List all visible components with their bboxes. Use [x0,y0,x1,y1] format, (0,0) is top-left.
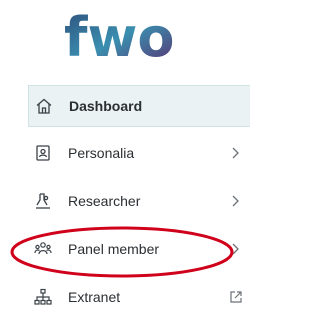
sidebar-nav: Dashboard Personalia Researcher Panel me… [0,81,250,321]
sidebar-item-extranet[interactable]: Extranet [0,273,250,321]
chevron-right-icon [229,242,241,256]
sidebar-item-personalia[interactable]: Personalia [0,129,250,177]
sidebar-item-label: Extranet [68,289,121,305]
external-link-icon [229,290,243,304]
id-card-icon [34,144,52,162]
sitemap-icon [34,288,52,306]
fwo-logo[interactable]: fwo [60,6,190,68]
sidebar-item-label: Personalia [68,145,135,161]
sidebar-item-researcher[interactable]: Researcher [0,177,250,225]
logo-text: fwo [64,6,174,68]
researcher-icon [34,192,52,210]
group-icon [34,240,52,258]
sidebar-item-panel-member[interactable]: Panel member [0,225,250,273]
sidebar-item-label: Dashboard [69,98,143,114]
chevron-right-icon [229,146,241,160]
sidebar-item-dashboard[interactable]: Dashboard [28,85,250,127]
home-icon [35,97,53,115]
sidebar-item-label: Researcher [68,193,141,209]
sidebar-item-label: Panel member [68,241,160,257]
chevron-right-icon [229,194,241,208]
